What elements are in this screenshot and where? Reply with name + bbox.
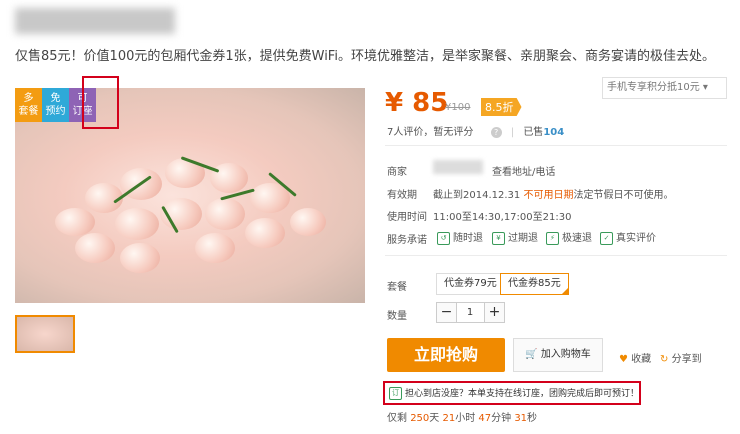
package-option-79[interactable]: 代金券79元	[436, 273, 505, 295]
help-icon[interactable]: ?	[490, 127, 502, 138]
review-icon: ✓	[600, 231, 613, 245]
merchant-link[interactable]: 查看地址/电话	[492, 163, 555, 178]
chevron-down-icon: ▾	[702, 82, 708, 93]
package-label: 套餐	[387, 282, 407, 293]
buy-now-button[interactable]: 立即抢购	[387, 338, 505, 372]
sold-count: 104	[543, 127, 565, 138]
validity-label: 有效期	[387, 190, 417, 201]
merchant-name-blurred	[433, 160, 483, 174]
divider	[385, 255, 727, 256]
hours-value: 11:00至14:30,17:00至21:30	[433, 212, 572, 223]
validity-value: 截止到2014.12.31 不可用日期法定节假日不可使用。	[433, 190, 674, 201]
food-shape	[290, 208, 326, 236]
deal-description: 仅售85元！价值100元的包厢代金券1张，提供免费WiFi。环境优雅整洁，是举家…	[15, 49, 715, 64]
service-fast-refund: ⚡ 极速退	[546, 229, 592, 245]
food-shape	[115, 208, 159, 240]
service-refund-anytime: ↺ 随时退	[437, 229, 483, 245]
heart-icon: ♥	[619, 354, 628, 365]
quantity-minus-button[interactable]: −	[436, 302, 457, 323]
food-shape	[205, 198, 245, 230]
refund-icon: ↺	[437, 231, 450, 245]
merchant-label: 商家	[387, 167, 407, 178]
service-real-review: ✓ 真实评价	[600, 229, 656, 245]
fast-refund-icon: ⚡	[546, 231, 559, 245]
reservation-notice: 订担心到店没座？本单支持在线订座，团购完成后即可预订！	[389, 386, 639, 400]
food-shape	[210, 163, 248, 193]
reserve-tag-highlight	[82, 76, 119, 129]
add-to-cart-button[interactable]: 🛒 加入购物车	[513, 338, 603, 372]
service-refund-expired: ¥ 过期退	[492, 229, 538, 245]
tag-no-reservation: 免预约	[42, 88, 69, 122]
food-shape	[55, 208, 95, 236]
food-shape	[245, 218, 285, 248]
favorite-button[interactable]: ♥ 收藏	[619, 350, 651, 365]
share-button[interactable]: ↻ 分享到	[660, 350, 702, 365]
countdown-timer: 仅剩 250天 21小时 47分钟 31秒	[387, 413, 538, 424]
food-shape	[75, 233, 115, 263]
hours-label: 使用时间	[387, 212, 427, 223]
image-thumbnail[interactable]	[15, 315, 75, 353]
share-icon: ↻	[660, 354, 669, 365]
quantity-plus-button[interactable]: +	[484, 302, 505, 323]
current-price: ¥ 85	[385, 88, 449, 118]
tag-combo: 多套餐	[15, 88, 42, 122]
store-title-blurred	[15, 8, 175, 34]
original-price: ¥100	[445, 102, 471, 113]
food-shape	[120, 243, 160, 273]
cart-icon: 🛒	[525, 349, 538, 360]
unavailable-dates-link[interactable]: 不可用日期	[523, 190, 573, 201]
refund-icon: ¥	[492, 231, 505, 245]
reserve-icon: 订	[389, 387, 402, 400]
quantity-input[interactable]: 1	[456, 302, 484, 323]
divider	[385, 145, 727, 146]
product-image[interactable]: 多套餐 免预约 可订座	[15, 88, 365, 303]
app-discount-dropdown[interactable]: 手机专享积分抵10元 ▾	[602, 77, 727, 99]
discount-badge: 8.5折	[481, 98, 522, 116]
quantity-label: 数量	[387, 311, 407, 322]
sold-label: 已售	[523, 127, 544, 138]
rating-row: 7人评价，暂无评分 ? | 已售104	[387, 127, 565, 138]
food-shape	[195, 233, 235, 263]
review-summary[interactable]: 7人评价，暂无评分	[387, 127, 473, 138]
package-option-85[interactable]: 代金券85元	[500, 273, 569, 295]
service-label: 服务承诺	[387, 235, 427, 246]
